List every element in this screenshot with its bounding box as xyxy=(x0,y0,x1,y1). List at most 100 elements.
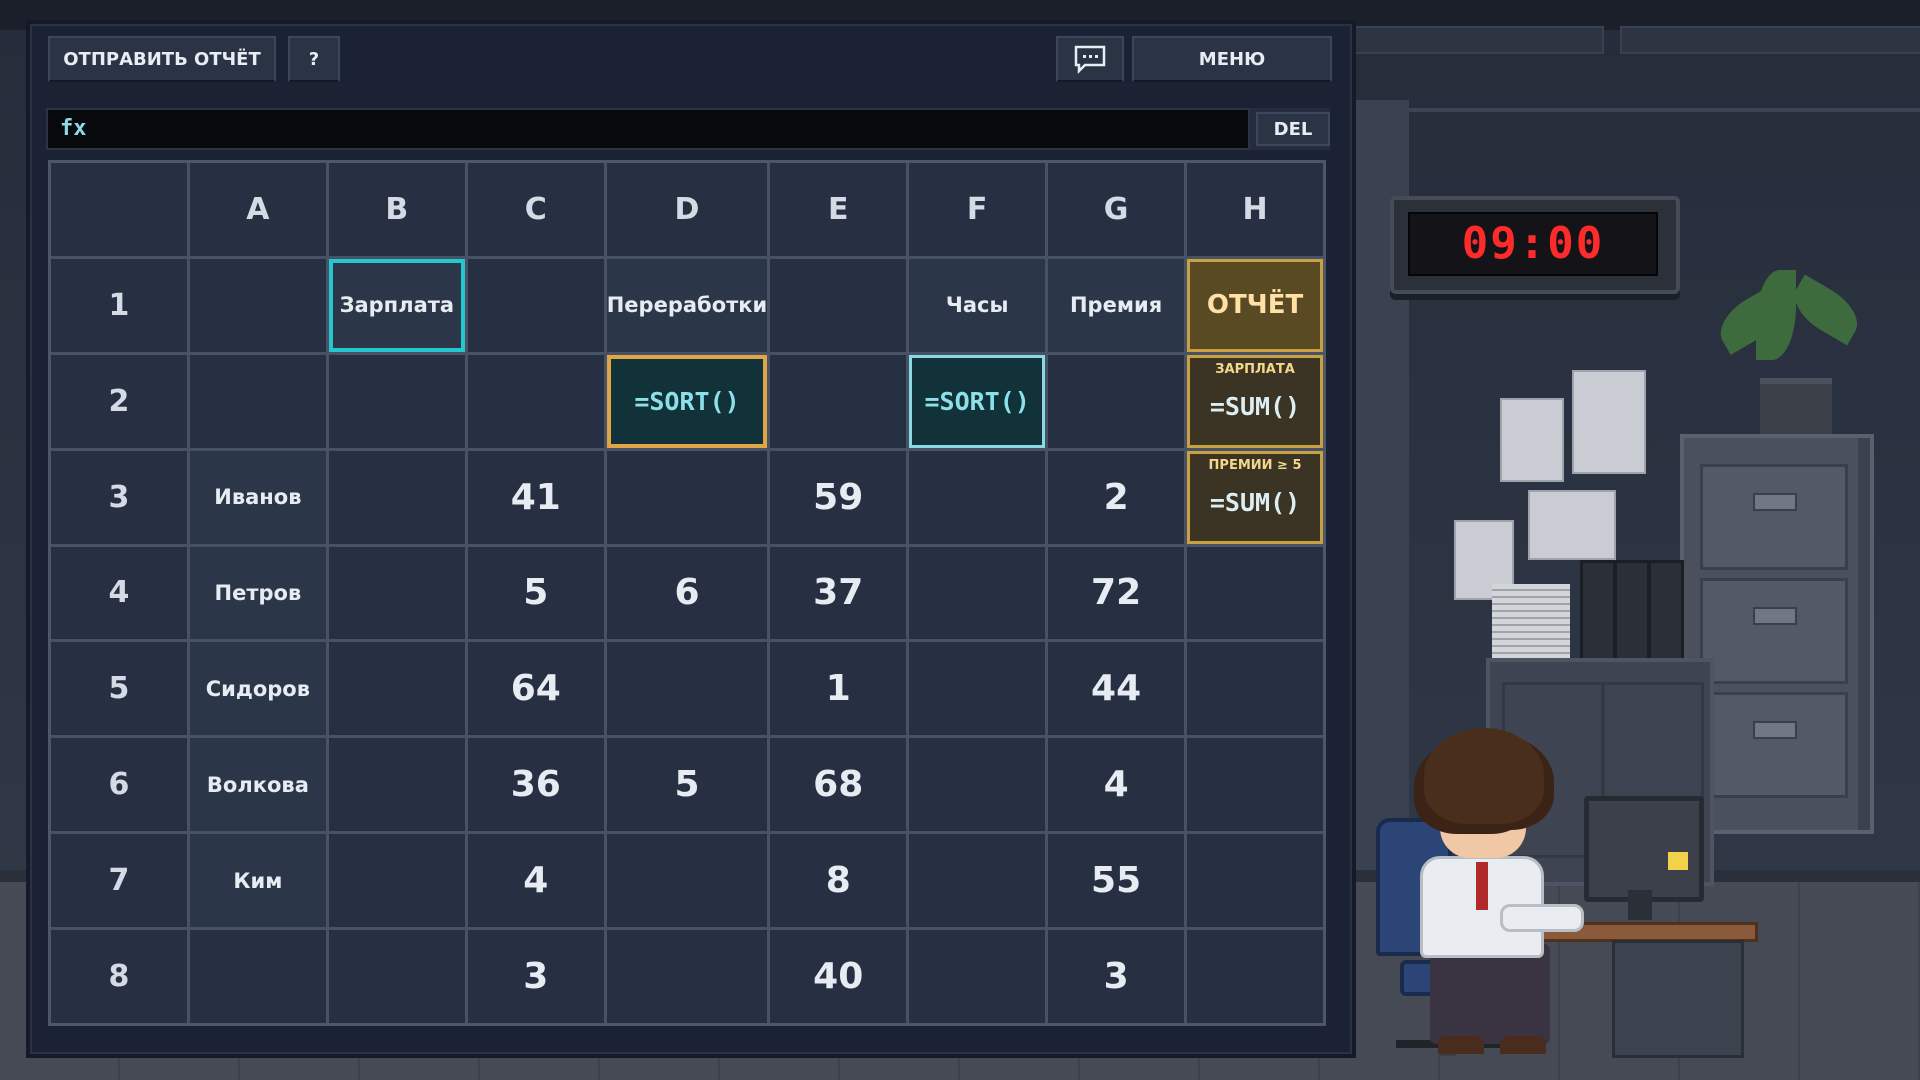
column-header-a[interactable]: A xyxy=(189,163,326,256)
row-header-2[interactable]: 2 xyxy=(51,354,187,448)
cell-h7[interactable] xyxy=(1187,834,1323,928)
cell-e7[interactable]: 8 xyxy=(770,834,907,928)
cell-c1[interactable] xyxy=(467,258,604,352)
cell-b6[interactable] xyxy=(328,738,465,832)
cell-e4[interactable]: 37 xyxy=(770,546,907,640)
cell-c5[interactable]: 64 xyxy=(467,642,604,736)
column-header-b[interactable]: B xyxy=(328,163,465,256)
chat-button[interactable] xyxy=(1056,36,1124,82)
cell-f8[interactable] xyxy=(909,930,1046,1023)
cell-e8[interactable]: 40 xyxy=(770,930,907,1023)
cell-c4[interactable]: 5 xyxy=(467,546,604,640)
paper-stack xyxy=(1492,584,1570,658)
cell-f4[interactable] xyxy=(909,546,1046,640)
help-button[interactable]: ? xyxy=(288,36,340,82)
cell-e5[interactable]: 1 xyxy=(770,642,907,736)
cell-c2[interactable] xyxy=(467,354,604,448)
cell-d3[interactable] xyxy=(606,450,768,544)
cell-b7[interactable] xyxy=(328,834,465,928)
delete-button[interactable]: DEL xyxy=(1256,112,1330,146)
row-header-3[interactable]: 3 xyxy=(51,450,187,544)
cell-g2[interactable] xyxy=(1048,354,1185,448)
cell-g8[interactable]: 3 xyxy=(1048,930,1185,1023)
cell-c7[interactable]: 4 xyxy=(467,834,604,928)
cell-d2-formula[interactable]: =SORT() xyxy=(606,354,768,448)
cell-h3-report-formula[interactable]: ПРЕМИИ ≥ 5 =SUM() xyxy=(1187,450,1323,544)
cell-f7[interactable] xyxy=(909,834,1046,928)
cell-a6[interactable]: Волкова xyxy=(189,738,326,832)
cell-h8[interactable] xyxy=(1187,930,1323,1023)
row-header-7[interactable]: 7 xyxy=(51,834,187,928)
ceiling-panel xyxy=(1620,26,1920,54)
cell-h4[interactable] xyxy=(1187,546,1323,640)
cell-c8[interactable]: 3 xyxy=(467,930,604,1023)
cell-h1-report[interactable]: ОТЧЁТ xyxy=(1187,258,1323,352)
cell-a5[interactable]: Сидоров xyxy=(189,642,326,736)
row-header-8[interactable]: 8 xyxy=(51,930,187,1023)
cell-a2[interactable] xyxy=(189,354,326,448)
cell-f1[interactable]: Часы xyxy=(909,258,1046,352)
cabinet-drawer xyxy=(1700,578,1848,684)
cell-g4[interactable]: 72 xyxy=(1048,546,1185,640)
cell-b5[interactable] xyxy=(328,642,465,736)
plant-pot xyxy=(1760,378,1832,440)
column-header-h[interactable]: H xyxy=(1187,163,1323,256)
cell-d4[interactable]: 6 xyxy=(606,546,768,640)
row-header-1[interactable]: 1 xyxy=(51,258,187,352)
cabinet-drawer xyxy=(1700,692,1848,798)
cell-a4[interactable]: Петров xyxy=(189,546,326,640)
cell-e1[interactable] xyxy=(770,258,907,352)
cell-a8[interactable] xyxy=(189,930,326,1023)
cell-b4[interactable] xyxy=(328,546,465,640)
cell-g1[interactable]: Премия xyxy=(1048,258,1185,352)
cell-g6[interactable]: 4 xyxy=(1048,738,1185,832)
cell-b8[interactable] xyxy=(328,930,465,1023)
cell-f5[interactable] xyxy=(909,642,1046,736)
cell-g5[interactable]: 44 xyxy=(1048,642,1185,736)
cell-f2-formula[interactable]: =SORT() xyxy=(909,354,1046,448)
character-hair xyxy=(1424,728,1544,824)
row-header-4[interactable]: 4 xyxy=(51,546,187,640)
column-header-g[interactable]: G xyxy=(1048,163,1185,256)
cell-d5[interactable] xyxy=(606,642,768,736)
cell-d8[interactable] xyxy=(606,930,768,1023)
cell-e6[interactable]: 68 xyxy=(770,738,907,832)
cell-a1[interactable] xyxy=(189,258,326,352)
cell-d1[interactable]: Переработки xyxy=(606,258,768,352)
report-label-bonus: ПРЕМИИ ≥ 5 xyxy=(1208,457,1302,473)
cell-c3[interactable]: 41 xyxy=(467,450,604,544)
column-header-d[interactable]: D xyxy=(606,163,768,256)
column-header-c[interactable]: C xyxy=(467,163,604,256)
cell-c6[interactable]: 36 xyxy=(467,738,604,832)
row-header-5[interactable]: 5 xyxy=(51,642,187,736)
cell-b2[interactable] xyxy=(328,354,465,448)
cell-h6[interactable] xyxy=(1187,738,1323,832)
character-tie xyxy=(1476,862,1488,910)
send-report-button[interactable]: ОТПРАВИТЬ ОТЧЁТ xyxy=(48,36,276,82)
cell-f3[interactable] xyxy=(909,450,1046,544)
spreadsheet-panel: ОТПРАВИТЬ ОТЧЁТ ? МЕНЮ fx DEL A B C D E … xyxy=(30,24,1352,1054)
formula-input[interactable]: fx xyxy=(46,108,1250,150)
cell-f6[interactable] xyxy=(909,738,1046,832)
column-header-e[interactable]: E xyxy=(770,163,907,256)
cell-d7[interactable] xyxy=(606,834,768,928)
monitor-stand xyxy=(1628,890,1652,920)
cell-a7[interactable]: Ким xyxy=(189,834,326,928)
cell-g7[interactable]: 55 xyxy=(1048,834,1185,928)
cell-e2[interactable] xyxy=(770,354,907,448)
sticky-note xyxy=(1668,852,1688,870)
binder xyxy=(1648,560,1684,664)
cell-h5[interactable] xyxy=(1187,642,1323,736)
cell-a3[interactable]: Иванов xyxy=(189,450,326,544)
cell-h2-report-formula[interactable]: ЗАРПЛАТА =SUM() xyxy=(1187,354,1323,448)
cell-b1-selected[interactable]: Зарплата xyxy=(328,258,465,352)
row-header-6[interactable]: 6 xyxy=(51,738,187,832)
cell-g3[interactable]: 2 xyxy=(1048,450,1185,544)
wall-clock: 09:00 xyxy=(1390,196,1680,294)
cell-b3[interactable] xyxy=(328,450,465,544)
spreadsheet-grid: A B C D E F G H 1 Зарплата Переработки Ч… xyxy=(48,160,1326,1026)
column-header-f[interactable]: F xyxy=(909,163,1046,256)
cell-e3[interactable]: 59 xyxy=(770,450,907,544)
cell-d6[interactable]: 5 xyxy=(606,738,768,832)
menu-button[interactable]: МЕНЮ xyxy=(1132,36,1332,82)
